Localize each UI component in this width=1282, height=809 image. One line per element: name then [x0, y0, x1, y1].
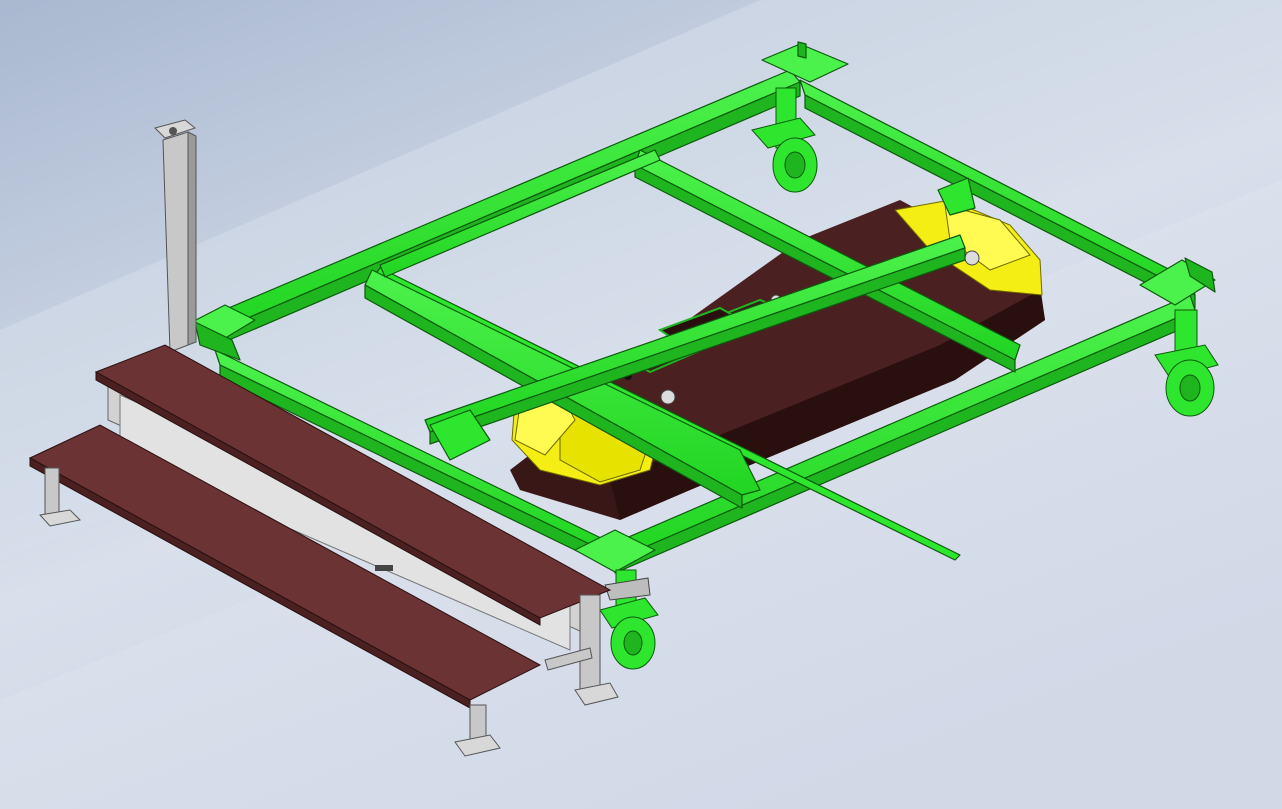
cad-model-canvas[interactable] [0, 0, 1282, 809]
3d-viewport[interactable] [0, 0, 1282, 809]
